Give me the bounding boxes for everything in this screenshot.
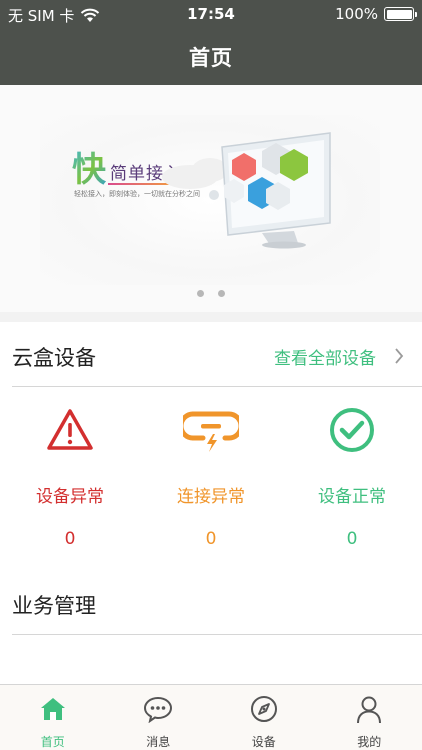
stat-label: 连接异常 (177, 487, 245, 507)
tab-messages[interactable]: 消息 (106, 685, 212, 750)
top-header: 无 SIM 卡 17:54 100% 首页 (0, 0, 422, 85)
tab-mine[interactable]: 我的 (317, 685, 422, 750)
status-bar: 无 SIM 卡 17:54 100% (0, 0, 422, 28)
carousel-indicator[interactable] (0, 290, 422, 297)
warning-triangle-icon (47, 409, 93, 450)
tab-label: 设备 (251, 735, 276, 749)
stat-label: 设备异常 (36, 487, 104, 507)
tab-home[interactable]: 首页 (0, 685, 106, 750)
tab-label: 消息 (146, 735, 171, 749)
battery-icon (384, 7, 417, 21)
carousel-dot[interactable] (197, 290, 204, 297)
battery-percent: 100% (335, 5, 378, 23)
check-circle-icon (330, 408, 374, 452)
stat-label: 设备正常 (318, 487, 386, 507)
divider (12, 386, 422, 387)
stat-count: 0 (346, 529, 358, 549)
stat-count: 0 (205, 529, 217, 549)
stat-device-abnormal[interactable]: 设备异常 0 (0, 400, 140, 549)
devices-title: 云盒设备 (12, 346, 96, 370)
section-separator (0, 312, 422, 322)
home-icon (40, 698, 65, 720)
banner-carousel[interactable]: 快 简单接入 轻松接入，即刻体验，一切就在分秒之间 (0, 85, 422, 312)
tab-label: 我的 (357, 735, 382, 749)
page-title: 首页 (189, 46, 233, 70)
status-right: 100% (335, 5, 417, 23)
business-title: 业务管理 (12, 594, 96, 618)
devices-header[interactable]: 云盒设备 查看全部设备 (0, 322, 422, 386)
stat-device-normal[interactable]: 设备正常 0 (282, 400, 422, 549)
view-all-devices-link[interactable]: 查看全部设备 (274, 344, 376, 369)
divider (12, 634, 422, 635)
tab-devices[interactable]: 设备 (211, 685, 317, 750)
stat-count: 0 (64, 529, 76, 549)
monitor-illustration (162, 132, 331, 249)
bottom-tab-bar: 首页 消息 设备 我的 (0, 684, 422, 750)
chevron-right-icon[interactable] (394, 348, 404, 364)
carousel-dot[interactable] (218, 290, 225, 297)
broken-link-icon (183, 411, 239, 452)
message-icon (144, 696, 173, 723)
stat-connection-abnormal[interactable]: 连接异常 0 (141, 400, 281, 549)
user-icon (357, 696, 382, 724)
device-stats: 设备异常 0 连接异常 0 设备正常 0 (0, 400, 422, 560)
compass-icon (250, 696, 277, 722)
tab-label: 首页 (40, 735, 65, 749)
